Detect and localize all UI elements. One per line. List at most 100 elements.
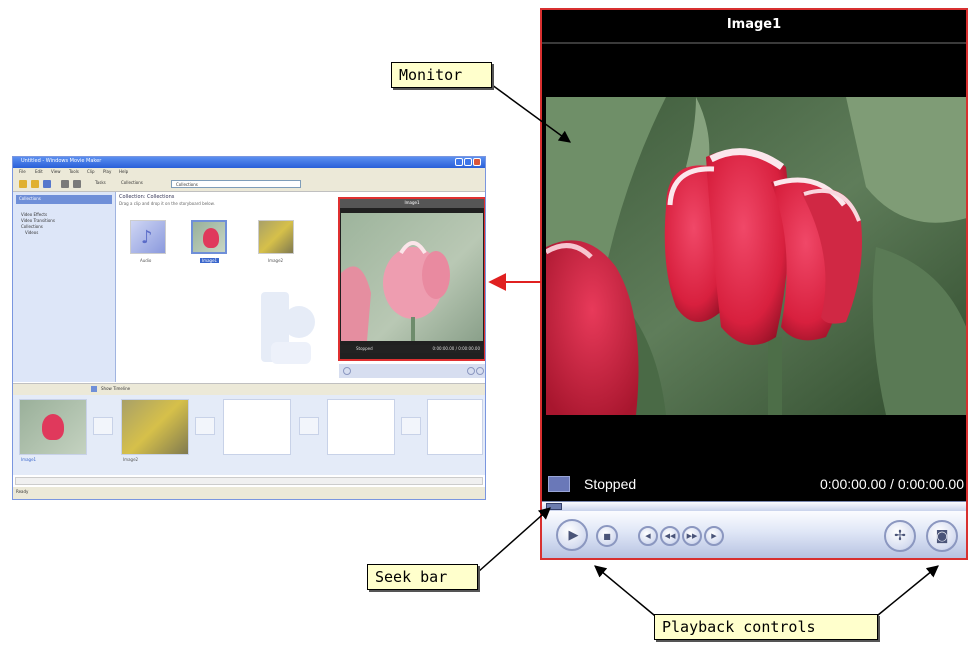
menu-bar: File Edit View Tools Clip Play Help [13, 168, 485, 177]
pane-header-label: Collections [19, 196, 41, 201]
seek-bar-thumb[interactable] [546, 503, 562, 510]
tree-item-videos[interactable]: Videos [25, 230, 38, 235]
collection-header: Collection: Collections [119, 194, 175, 200]
maximize-button[interactable] [464, 158, 472, 166]
menu-tools[interactable]: Tools [69, 169, 79, 174]
camera-snapshot-icon[interactable] [476, 367, 484, 375]
menu-edit[interactable]: Edit [35, 169, 43, 174]
tree-item-video-effects[interactable]: Video Effects [21, 212, 47, 217]
monitor-thumbnail-title-bar: Image1 [340, 199, 484, 208]
next-frame-button[interactable]: ▶ [704, 526, 724, 546]
playback-time: 0:00:00.00 / 0:00:00.00 [819, 476, 964, 492]
collections-dropdown-value: Collections [176, 182, 198, 187]
tulip-clip-image [42, 414, 64, 440]
storyboard-empty-slot[interactable] [327, 399, 395, 455]
movie-maker-watermark [251, 282, 321, 377]
seek-bar[interactable] [542, 501, 966, 511]
storyboard-clip-label: Image1 [21, 457, 37, 462]
tulip-photo [546, 97, 966, 415]
rewind-button[interactable]: ◀◀ [660, 526, 680, 546]
transition-slot[interactable] [195, 417, 215, 435]
monitor-thumbnail: Image1 Stopped 0:00:00.00 / 0:00:00.00 [338, 197, 485, 361]
monitor-title-bar: Image1 [542, 10, 966, 44]
timeline-icon [91, 386, 97, 392]
collections-pane: Collections Video Effects Video Transiti… [13, 192, 116, 382]
collection-item-label: Audio [140, 258, 152, 263]
show-timeline-button[interactable]: Show Timeline [101, 386, 130, 391]
collection-item-image2[interactable] [258, 220, 294, 254]
storyboard-scrollbar[interactable] [15, 477, 483, 485]
split-clip-button[interactable]: ✢ [884, 520, 916, 552]
storyboard-clip-image2[interactable] [121, 399, 189, 455]
playback-callout-arrow-left [594, 565, 661, 621]
previous-frame-button[interactable]: ◀ [638, 526, 658, 546]
stop-icon: ■ [603, 531, 611, 541]
split-clip-icon[interactable] [467, 367, 475, 375]
collection-item-audio[interactable]: ♪ [130, 220, 166, 254]
open-project-icon[interactable] [31, 180, 39, 188]
movie-maker-window-thumbnail: Untitled - Windows Movie Maker File Edit… [12, 156, 486, 500]
storyboard-empty-slot[interactable] [427, 399, 483, 455]
next-frame-icon: ▶ [711, 532, 717, 540]
menu-clip[interactable]: Clip [87, 169, 95, 174]
transition-slot[interactable] [299, 417, 319, 435]
storyboard-clip-label: Image2 [123, 457, 139, 462]
monitor-status-row: Stopped 0:00:00.00 / 0:00:00.00 [542, 470, 966, 500]
storyboard-empty-slot[interactable] [223, 399, 291, 455]
monitor-thumbnail-status-text: Stopped [356, 346, 373, 351]
window-title: Untitled - Windows Movie Maker [21, 158, 102, 164]
transition-slot[interactable] [93, 417, 113, 435]
collections-toolbar-button[interactable]: Collections [121, 180, 143, 185]
split-clip-icon: ✢ [894, 528, 906, 544]
monitor-callout: Monitor [391, 62, 492, 88]
take-picture-button[interactable]: ◙ [926, 520, 958, 552]
monitor-panel: Image1 Stopped 0:00:00.00 / 0:00:00.00 ▶… [540, 8, 968, 560]
new-project-icon[interactable] [19, 180, 27, 188]
menu-help[interactable]: Help [119, 169, 128, 174]
stop-button[interactable]: ■ [596, 525, 618, 547]
play-icon[interactable] [343, 367, 351, 375]
tree-item-collections[interactable]: Collections [21, 224, 43, 229]
monitor-thumbnail-controls [339, 364, 485, 378]
pane-header: Collections [16, 195, 112, 204]
monitor-status-icon [548, 476, 570, 492]
monitor-title: Image1 [726, 17, 782, 32]
tasks-toolbar-button[interactable]: Tasks [95, 180, 106, 185]
playback-controls-callout: Playback controls [654, 614, 878, 640]
menu-play[interactable]: Play [103, 169, 111, 174]
previous-frame-icon: ◀ [645, 532, 651, 540]
menu-view[interactable]: View [51, 169, 61, 174]
collection-item-label: Image2 [268, 258, 284, 263]
transition-slot[interactable] [401, 417, 421, 435]
play-button[interactable]: ▶ [556, 519, 588, 551]
tulip-thumbnail-image [203, 228, 219, 248]
forward-button[interactable]: ▶▶ [682, 526, 702, 546]
status-text: Ready [16, 489, 29, 494]
music-note-icon: ♪ [141, 227, 153, 248]
playback-controls-bar: ▶ ■ ◀ ◀◀ ▶▶ ▶ ✢ ◙ [542, 511, 966, 558]
forward-icon: ▶▶ [686, 532, 698, 540]
redo-icon[interactable] [73, 180, 81, 188]
toolbar: Tasks Collections Collections [13, 177, 485, 192]
camera-snapshot-icon: ◙ [935, 528, 949, 544]
playback-callout-arrow-right [871, 565, 939, 621]
status-bar: Ready [13, 487, 485, 499]
storyboard-clip-image1[interactable] [19, 399, 87, 455]
monitor-thumbnail-title: Image1 [404, 200, 420, 205]
collection-item-image1[interactable] [191, 220, 227, 254]
close-button[interactable] [473, 158, 481, 166]
undo-icon[interactable] [61, 180, 69, 188]
tree-item-video-transitions[interactable]: Video Transitions [21, 218, 55, 223]
storyboard: Image1 Image2 [13, 395, 485, 475]
collections-dropdown[interactable]: Collections [171, 180, 301, 188]
collection-contents: Collection: Collections Drag a clip and … [116, 192, 338, 382]
play-icon: ▶ [568, 527, 579, 543]
rewind-icon: ◀◀ [664, 532, 676, 540]
menu-file[interactable]: File [19, 169, 26, 174]
monitor-video-frame [546, 97, 966, 415]
save-project-icon[interactable] [43, 180, 51, 188]
monitor-thumbnail-time: 0:00:00.00 / 0:00:00.00 [432, 346, 480, 351]
monitor-thumbnail-image [341, 213, 483, 341]
seek-bar-callout: Seek bar [367, 564, 478, 590]
minimize-button[interactable] [455, 158, 463, 166]
